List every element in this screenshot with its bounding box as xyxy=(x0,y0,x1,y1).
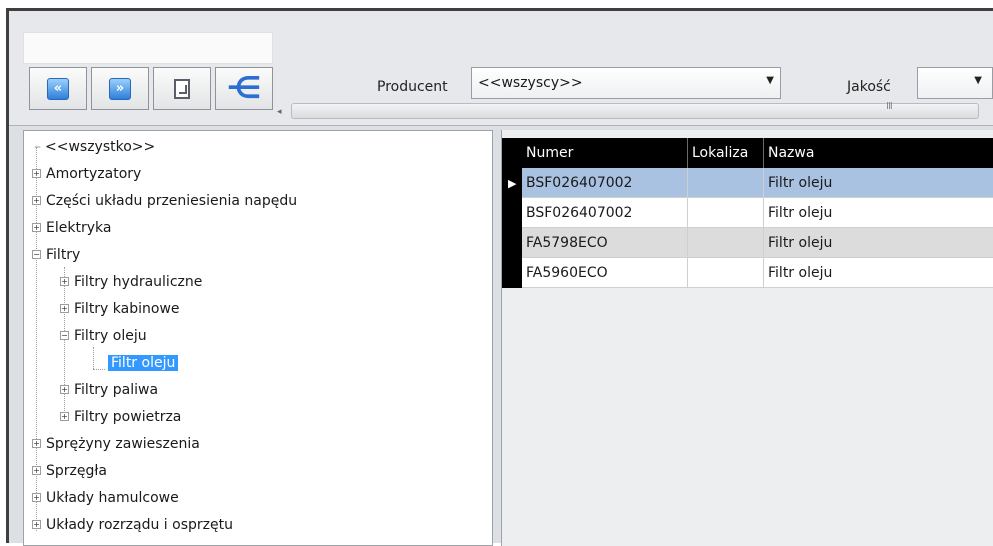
tree-item-filtry[interactable]: − Filtry xyxy=(32,245,80,265)
cell-nazwa[interactable]: Filtr oleju xyxy=(764,198,993,228)
table-row[interactable]: FA5798ECO Filtr oleju xyxy=(502,228,993,258)
table-row[interactable]: FA5960ECO Filtr oleju xyxy=(502,258,993,288)
app-window: « » ⋲ ◂ III Producent <<wszyscy>> ▼ Jako… xyxy=(6,8,993,546)
cell-lokalizacja[interactable] xyxy=(688,258,764,288)
tree-item[interactable]: + Filtry paliwa xyxy=(60,380,158,400)
expand-icon[interactable]: + xyxy=(60,384,69,394)
cell-lokalizacja[interactable] xyxy=(688,198,764,228)
tree-item-root[interactable]: – <<wszystko>> xyxy=(34,137,155,157)
column-header-nazwa[interactable]: Nazwa xyxy=(764,138,993,168)
row-selector[interactable] xyxy=(502,228,522,258)
collapse-icon[interactable]: − xyxy=(32,249,41,259)
scroll-grip[interactable]: III xyxy=(886,101,893,112)
cell-numer[interactable]: FA5960ECO xyxy=(522,258,688,288)
tree-item-selected[interactable]: Filtr oleju xyxy=(108,353,179,373)
quality-label: Jakość xyxy=(847,79,891,95)
tree-item[interactable]: + Sprężyny zawieszenia xyxy=(32,434,200,454)
tree-item[interactable]: + Elektryka xyxy=(32,218,111,238)
column-header-lokalizacja[interactable]: Lokaliza xyxy=(688,138,764,168)
tree-connector xyxy=(93,347,94,369)
cell-nazwa[interactable]: Filtr oleju xyxy=(764,168,993,198)
column-header-numer[interactable]: Numer xyxy=(522,138,688,168)
expand-icon[interactable]: + xyxy=(32,492,41,502)
search-field[interactable] xyxy=(23,32,273,64)
cell-numer[interactable]: FA5798ECO xyxy=(522,228,688,258)
first-page-button[interactable]: « xyxy=(29,67,87,110)
tree-connector xyxy=(93,369,105,370)
expand-icon[interactable]: + xyxy=(32,168,41,178)
toolbar: « » ⋲ ◂ III Producent <<wszyscy>> ▼ Jako… xyxy=(9,11,993,126)
cell-lokalizacja[interactable] xyxy=(688,228,764,258)
row-selector[interactable] xyxy=(502,198,522,228)
tree-item[interactable]: + Układy rozrządu i osprzętu xyxy=(32,515,233,535)
row-selector[interactable]: ▶ xyxy=(502,168,522,198)
expand-icon[interactable]: + xyxy=(32,195,41,205)
row-selector[interactable] xyxy=(502,258,522,288)
last-page-button[interactable]: » xyxy=(91,67,149,110)
cell-nazwa[interactable]: Filtr oleju xyxy=(764,228,993,258)
tree-item[interactable]: + Filtry powietrza xyxy=(60,407,181,427)
cell-nazwa[interactable]: Filtr oleju xyxy=(764,258,993,288)
table-row[interactable]: BSF026407002 Filtr oleju xyxy=(502,198,993,228)
tree-item[interactable]: + Sprzęgła xyxy=(32,461,107,481)
chevron-down-icon: ▼ xyxy=(766,75,774,86)
last-page-icon: » xyxy=(109,77,131,100)
producer-label: Producent xyxy=(377,79,448,95)
tree-item-filtry-oleju[interactable]: − Filtry oleju xyxy=(60,326,147,346)
expand-icon[interactable]: + xyxy=(32,465,41,475)
tree-item[interactable]: + Układy hamulcowe xyxy=(32,488,179,508)
grid-header: Numer Lokaliza Nazwa xyxy=(502,138,993,168)
report-button[interactable] xyxy=(153,67,211,110)
expand-icon[interactable]: + xyxy=(60,411,69,421)
producer-value: <<wszyscy>> xyxy=(478,75,583,91)
horizontal-scrollbar[interactable]: III xyxy=(291,101,979,119)
chevron-down-icon: ▼ xyxy=(974,75,982,86)
expand-icon[interactable]: + xyxy=(60,276,69,286)
scroll-left-arrow-icon[interactable]: ◂ xyxy=(277,107,282,117)
cell-lokalizacja[interactable] xyxy=(688,168,764,198)
quality-select[interactable]: ▼ xyxy=(917,67,993,99)
tree-item[interactable]: + Filtry kabinowe xyxy=(60,299,180,319)
collapse-icon[interactable]: − xyxy=(60,330,69,340)
tree-item[interactable]: + Amortyzatory xyxy=(32,164,141,184)
expand-icon[interactable]: + xyxy=(32,438,41,448)
current-row-pointer-icon: ▶ xyxy=(508,177,517,190)
first-page-icon: « xyxy=(47,77,69,100)
cell-numer[interactable]: BSF026407002 xyxy=(522,198,688,228)
producer-select[interactable]: <<wszyscy>> ▼ xyxy=(471,67,781,99)
product-grid: Numer Lokaliza Nazwa ▶ BSF026407002 Filt… xyxy=(501,130,993,546)
expand-icon[interactable]: + xyxy=(32,519,41,529)
tree-structure-icon: ⋲ xyxy=(226,70,262,106)
table-row[interactable]: ▶ BSF026407002 Filtr oleju xyxy=(502,168,993,198)
tree-item[interactable]: + Filtry hydrauliczne xyxy=(60,272,202,292)
row-header-corner xyxy=(502,138,522,168)
cell-numer[interactable]: BSF026407002 xyxy=(522,168,688,198)
tree-structure-button[interactable]: ⋲ xyxy=(215,67,273,110)
report-document-icon xyxy=(174,78,190,99)
tree-item[interactable]: + Części układu przeniesienia napędu xyxy=(32,191,297,211)
expand-icon[interactable]: + xyxy=(32,222,41,232)
category-tree[interactable]: – <<wszystko>> + Amortyzatory + Części ukła… xyxy=(23,130,493,546)
expand-icon[interactable]: + xyxy=(60,303,69,313)
